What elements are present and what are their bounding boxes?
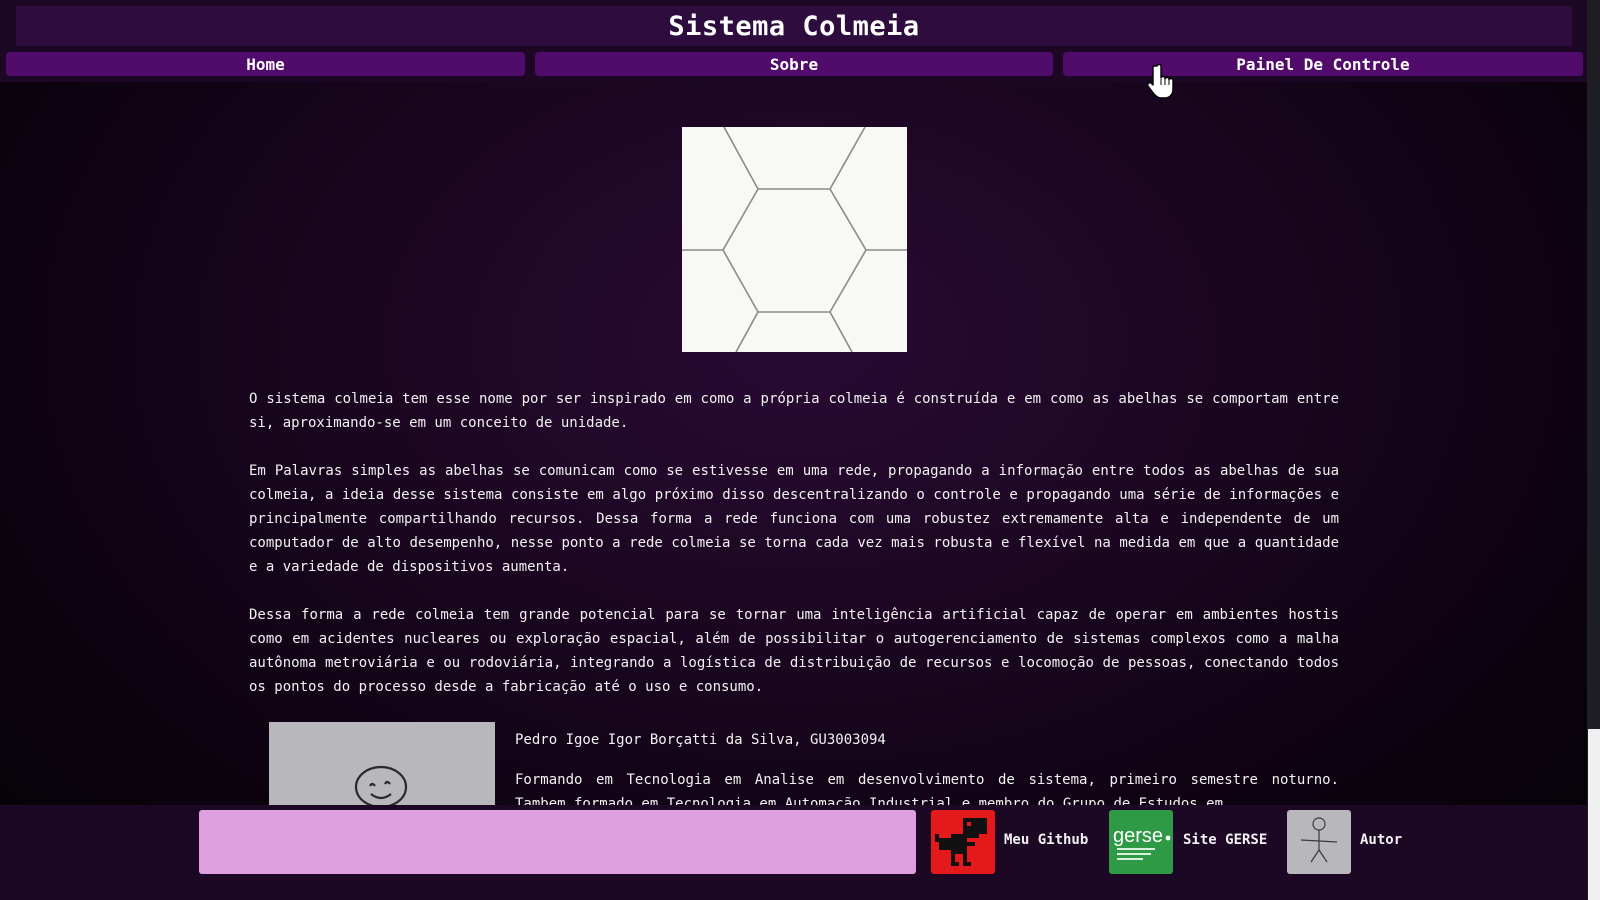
network-paragraph: Em Palavras simples as abelhas se comuni… — [249, 463, 1339, 575]
vertical-scrollbar[interactable] — [1587, 0, 1600, 900]
stick-figure-icon[interactable] — [1287, 810, 1351, 874]
site-title: Sistema Colmeia — [16, 6, 1572, 46]
gerse-logo-icon[interactable]: gerse — [1109, 810, 1173, 874]
nav-home-button[interactable]: Home — [6, 52, 525, 76]
smiley-sketch-icon — [354, 765, 408, 807]
autor-link[interactable]: Autor — [1360, 830, 1402, 850]
hand-pointer-icon — [1147, 62, 1182, 100]
header: Sistema Colmeia Home Sobre Painel De Con… — [0, 0, 1587, 82]
scrollbar-thumb[interactable] — [1588, 729, 1600, 900]
author-photo — [269, 722, 495, 807]
footer-banner — [199, 810, 916, 874]
honeycomb-hexagon-icon — [682, 126, 907, 353]
honeycomb-image — [682, 126, 907, 353]
footer: Meu Github gerse Site GERSE Autor — [0, 805, 1587, 900]
svg-text:gerse: gerse — [1113, 825, 1163, 847]
intro-paragraph: O sistema colmeia tem esse nome por ser … — [249, 391, 1339, 431]
potential-paragraph: Dessa forma a rede colmeia tem grande po… — [249, 607, 1339, 695]
page: Sistema Colmeia Home Sobre Painel De Con… — [0, 0, 1587, 900]
github-link[interactable]: Meu Github — [1004, 830, 1088, 850]
gerse-link[interactable]: Site GERSE — [1183, 830, 1267, 850]
nav-painel-button[interactable]: Painel De Controle — [1063, 52, 1583, 76]
github-dinosaur-icon[interactable] — [931, 810, 995, 874]
author-name: Pedro Igoe Igor Borçatti da Silva, GU300… — [515, 732, 886, 748]
nav-sobre-button[interactable]: Sobre — [535, 52, 1053, 76]
